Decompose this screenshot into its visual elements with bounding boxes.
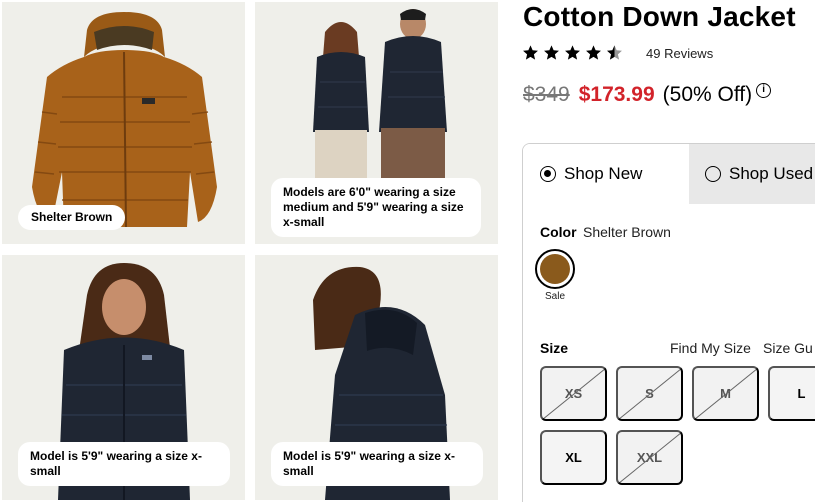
tab-label: Shop New: [564, 164, 643, 183]
gallery-image-4[interactable]: Model is 5'9" wearing a size x-small: [255, 255, 498, 500]
star-icon: [565, 45, 580, 60]
size-option-xl[interactable]: XL: [540, 430, 607, 485]
tab-shop-new[interactable]: Shop New: [523, 144, 689, 204]
color-value: Shelter Brown: [583, 224, 671, 240]
find-my-size-link[interactable]: Find My Size: [670, 340, 751, 356]
size-option-l[interactable]: L: [768, 366, 815, 421]
tab-label: Shop Used: [729, 164, 814, 183]
reviews-link[interactable]: 49 Reviews: [646, 46, 713, 61]
gallery-image-1[interactable]: Shelter Brown: [2, 2, 245, 244]
gallery-caption: Models are 6'0" wearing a size medium an…: [271, 178, 481, 237]
size-option-xs[interactable]: XS: [540, 366, 607, 421]
product-title: Cotton Down Jacket: [523, 1, 796, 32]
swatch-sale-tag: Sale: [545, 291, 566, 302]
radio-unselected-icon[interactable]: [705, 166, 721, 182]
price-row: $349 $173.99 (50% Off) i: [523, 82, 772, 107]
star-icon: [523, 45, 538, 60]
gallery-caption: Model is 5'9" wearing a size x-small: [18, 442, 230, 486]
swatch-fill: [540, 254, 570, 284]
color-label: Color: [540, 224, 577, 240]
gallery-image-3[interactable]: Model is 5'9" wearing a size x-small: [2, 255, 245, 500]
sale-price: $173.99: [578, 83, 655, 106]
star-icon: [544, 45, 559, 60]
info-icon[interactable]: i: [756, 82, 772, 98]
star-icon: [586, 45, 601, 60]
radio-selected-icon[interactable]: [540, 166, 556, 182]
original-price: $349: [523, 83, 570, 106]
tab-shop-used[interactable]: Shop Used: [689, 144, 815, 204]
gallery-image-2[interactable]: Models are 6'0" wearing a size medium an…: [255, 2, 498, 244]
size-guide-link[interactable]: Size Gu: [763, 340, 813, 356]
discount-label: (50% Off): [662, 83, 753, 106]
size-label: Size: [540, 340, 569, 356]
rating-stars[interactable]: [522, 44, 623, 61]
gallery-caption: Model is 5'9" wearing a size x-small: [271, 442, 483, 486]
size-option-s[interactable]: S: [616, 366, 683, 421]
size-option-xxl[interactable]: XXL: [616, 430, 683, 485]
half-star-icon: [607, 45, 622, 60]
color-swatch-shelter-brown[interactable]: [535, 249, 575, 289]
gallery-caption: Shelter Brown: [18, 205, 126, 230]
size-option-m[interactable]: M: [692, 366, 759, 421]
